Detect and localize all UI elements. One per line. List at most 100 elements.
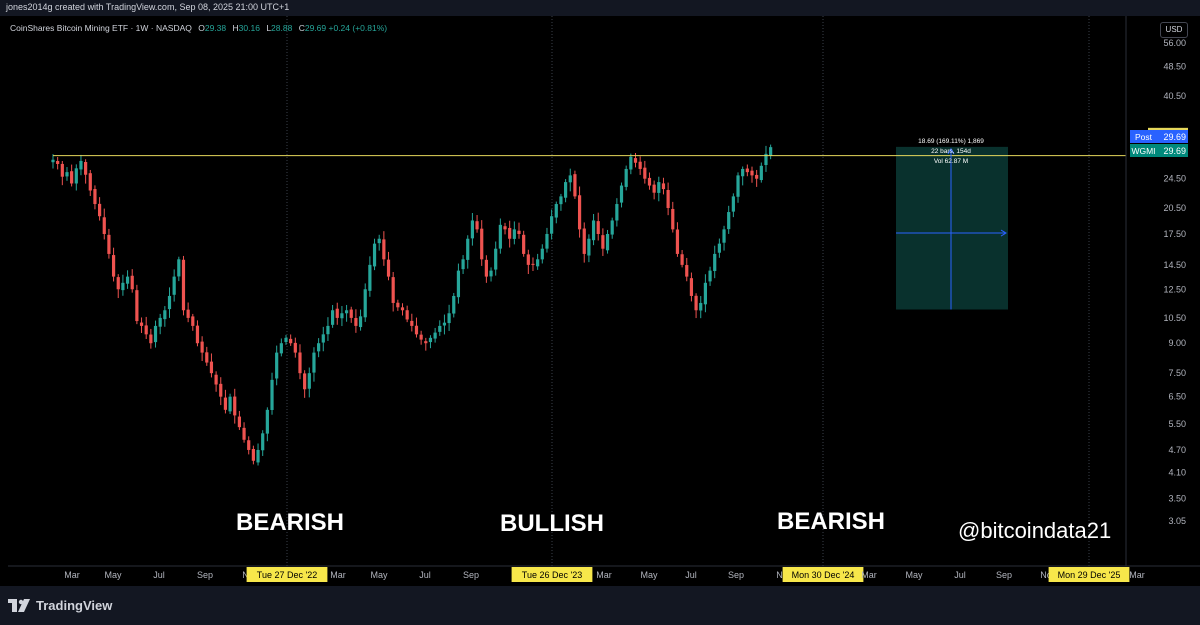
- candle-body: [167, 295, 172, 310]
- candle-body: [545, 233, 549, 249]
- candle-body: [633, 158, 638, 163]
- candle-body: [731, 196, 735, 212]
- candle-body: [615, 204, 619, 221]
- candle-body: [177, 259, 181, 277]
- candle-body: [158, 317, 162, 327]
- candle-body: [461, 259, 465, 270]
- candle-body: [601, 235, 605, 249]
- candle-body: [335, 308, 339, 318]
- price-tick-label: 40.50: [1163, 91, 1186, 101]
- candle-body: [149, 334, 153, 344]
- candle-body: [456, 270, 461, 298]
- candle-body: [531, 263, 535, 265]
- symbol-name[interactable]: CoinShares Bitcoin Mining ETF · 1W · NAS…: [10, 23, 192, 33]
- time-tick-label: Jul: [685, 570, 697, 580]
- candle-body: [745, 168, 749, 173]
- change-value: +0.24 (+0.81%): [328, 23, 388, 33]
- candle-body: [139, 322, 144, 326]
- price-tick-label: 56.00: [1163, 38, 1186, 48]
- candle-body: [79, 160, 83, 170]
- candle-body: [624, 168, 628, 187]
- candle-body: [638, 161, 642, 169]
- candle-body: [98, 203, 102, 217]
- candle-body: [293, 342, 297, 353]
- open-label: O: [198, 23, 205, 33]
- measure-line-3: Vol 62.87 M: [934, 158, 968, 165]
- candle-body: [289, 338, 293, 344]
- measure-line-2: 22 bars, 154d: [931, 148, 971, 155]
- candle-body: [60, 163, 64, 177]
- candle-body: [769, 147, 773, 156]
- top-bar: jones2014g created with TradingView.com,…: [0, 0, 1200, 16]
- candle-body: [559, 196, 563, 205]
- candle-body: [284, 337, 288, 342]
- price-tick-label: 5.50: [1168, 419, 1186, 429]
- candle-body: [200, 341, 204, 353]
- candle-body: [675, 229, 680, 254]
- candle-body: [587, 238, 591, 256]
- candle-body: [251, 448, 255, 461]
- open-value: 29.38: [204, 23, 227, 33]
- candle-body: [699, 302, 703, 311]
- candle-body: [121, 282, 125, 291]
- time-tick-label: May: [640, 570, 658, 580]
- candle-body: [317, 343, 321, 352]
- close-value: 29.69: [304, 23, 327, 33]
- measure-box[interactable]: [896, 146, 1008, 310]
- candle-body: [321, 334, 325, 343]
- price-tick-label: 20.50: [1163, 203, 1186, 213]
- candle-body: [526, 254, 530, 265]
- candle-body: [713, 253, 717, 272]
- ohlc-legend: CoinShares Bitcoin Mining ETF · 1W · NAS…: [10, 23, 387, 33]
- candle-body: [508, 227, 512, 239]
- candle-body: [433, 332, 437, 339]
- candle-body: [550, 216, 554, 234]
- time-tick-label: May: [104, 570, 122, 580]
- currency-button[interactable]: USD: [1160, 22, 1188, 38]
- candle-body: [111, 255, 116, 277]
- candle-body: [577, 195, 582, 230]
- candle-body: [363, 289, 367, 318]
- tradingview-brand: TradingView: [36, 598, 113, 613]
- candle-body: [382, 239, 386, 260]
- candle-body: [475, 221, 479, 230]
- candle-body: [205, 352, 209, 363]
- price-tick-label: 48.50: [1163, 62, 1186, 72]
- candle-body: [223, 397, 228, 410]
- candle-body: [237, 416, 241, 428]
- candle-body: [480, 228, 484, 260]
- candle-body: [680, 254, 684, 265]
- candle-body: [517, 230, 521, 234]
- price-chart[interactable]: 18.69 (169.11%) 1,869 22 bars, 154d Vol …: [0, 16, 1200, 586]
- price-tick-label: 10.50: [1163, 313, 1186, 323]
- candle-body: [400, 307, 405, 311]
- time-tick-label: Sep: [996, 570, 1012, 580]
- candle-body: [629, 156, 633, 170]
- candle-body: [191, 316, 195, 326]
- candle-body: [307, 373, 311, 389]
- time-tick-label: Mar: [330, 570, 346, 580]
- candle-body: [564, 182, 568, 198]
- candle-body: [396, 302, 400, 308]
- candle-body: [219, 383, 223, 397]
- candle-body: [144, 325, 148, 335]
- candle-body: [414, 325, 419, 335]
- candle-body: [494, 248, 498, 270]
- price-tick-label: 12.50: [1163, 284, 1186, 294]
- price-tick-label: 7.50: [1168, 368, 1186, 378]
- candle-body: [484, 259, 488, 277]
- date-tag-text: Tue 26 Dec '23: [522, 570, 582, 580]
- candle-body: [694, 295, 698, 311]
- candle-body: [447, 313, 451, 324]
- candle-body: [265, 409, 269, 434]
- time-tick-label: Sep: [728, 570, 744, 580]
- candle-body: [84, 161, 88, 175]
- candle-body: [372, 243, 377, 267]
- time-tick-label: Jul: [954, 570, 966, 580]
- candle-body: [70, 171, 74, 184]
- candle-body: [489, 270, 493, 277]
- candle-body: [386, 259, 391, 277]
- price-tick-label: 4.70: [1168, 445, 1186, 455]
- tradingview-logo[interactable]: TradingView: [8, 598, 112, 613]
- candle-body: [428, 337, 433, 343]
